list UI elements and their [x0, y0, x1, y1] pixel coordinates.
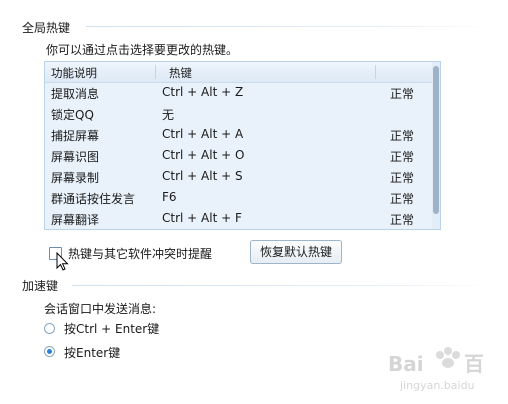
table-row[interactable]: 群通话按住发言 F6 正常	[45, 187, 432, 208]
row-status: 正常	[390, 213, 415, 227]
mouse-cursor-icon	[56, 252, 69, 271]
scrollbar-thumb[interactable]	[433, 66, 439, 214]
table-row[interactable]: 屏幕翻译 Ctrl + Alt + F 正常	[45, 208, 432, 229]
row-function: 屏幕翻译	[51, 213, 100, 227]
send-message-label: 会话窗口中发送消息:	[44, 302, 157, 316]
column-separator	[375, 65, 376, 79]
svg-text:百: 百	[464, 352, 484, 376]
section-divider	[86, 26, 496, 27]
row-hotkey: F6	[162, 190, 177, 204]
radio-enter[interactable]	[44, 346, 55, 357]
row-hotkey: Ctrl + Alt + O	[162, 148, 245, 162]
radio-ctrl-enter[interactable]	[44, 323, 55, 334]
conflict-reminder-label[interactable]: 热键与其它软件冲突时提醒	[68, 245, 212, 262]
table-header: 功能说明 热键	[45, 62, 432, 83]
row-function: 屏幕录制	[51, 171, 100, 185]
instruction-text: 你可以通过点击选择要更改的热键。	[46, 43, 239, 57]
table-row[interactable]: 提取消息 Ctrl + Alt + Z 正常	[45, 82, 432, 103]
table-row[interactable]: 屏幕录制 Ctrl + Alt + S 正常	[45, 166, 432, 187]
column-header-function[interactable]: 功能说明	[51, 65, 97, 81]
table-row[interactable]: 捕捉屏幕 Ctrl + Alt + A 正常	[45, 124, 432, 145]
radio-enter-label[interactable]: 按Enter键	[64, 344, 120, 361]
row-status: 正常	[390, 192, 415, 206]
row-function: 提取消息	[51, 87, 100, 101]
section-title-accelerator: 加速键	[22, 279, 59, 293]
column-separator	[155, 65, 156, 79]
restore-default-hotkeys-button[interactable]: 恢复默认热键	[250, 240, 342, 264]
row-function: 锁定QQ	[51, 108, 94, 122]
row-hotkey: 无	[162, 108, 175, 122]
row-hotkey: Ctrl + Alt + F	[162, 211, 242, 225]
row-status: 正常	[390, 150, 415, 164]
row-status: 正常	[390, 129, 415, 143]
baidu-watermark-logo: Bai 百 jingyan.baidu	[388, 347, 484, 392]
hotkey-table[interactable]: 功能说明 热键 提取消息 Ctrl + Alt + Z 正常 锁定QQ 无 捕捉…	[44, 61, 441, 230]
section-divider	[72, 285, 496, 286]
table-row[interactable]: 锁定QQ 无	[45, 103, 432, 124]
row-hotkey: Ctrl + Alt + A	[162, 127, 244, 141]
row-function: 屏幕识图	[51, 150, 100, 164]
row-function: 群通话按住发言	[51, 192, 136, 206]
section-title-global-hotkeys: 全局热键	[22, 21, 71, 35]
column-header-hotkey[interactable]: 热键	[169, 65, 192, 81]
row-status: 正常	[390, 87, 415, 101]
radio-ctrl-enter-label[interactable]: 按Ctrl + Enter键	[64, 320, 159, 337]
table-scrollbar[interactable]	[432, 62, 440, 229]
row-function: 捕捉屏幕	[51, 129, 100, 143]
svg-text:jingyan.baidu: jingyan.baidu	[399, 379, 475, 392]
row-hotkey: Ctrl + Alt + Z	[162, 85, 244, 99]
table-row[interactable]: 屏幕识图 Ctrl + Alt + O 正常	[45, 145, 432, 166]
svg-text:Bai: Bai	[388, 352, 424, 376]
row-hotkey: Ctrl + Alt + S	[162, 169, 243, 183]
row-status: 正常	[390, 171, 415, 185]
